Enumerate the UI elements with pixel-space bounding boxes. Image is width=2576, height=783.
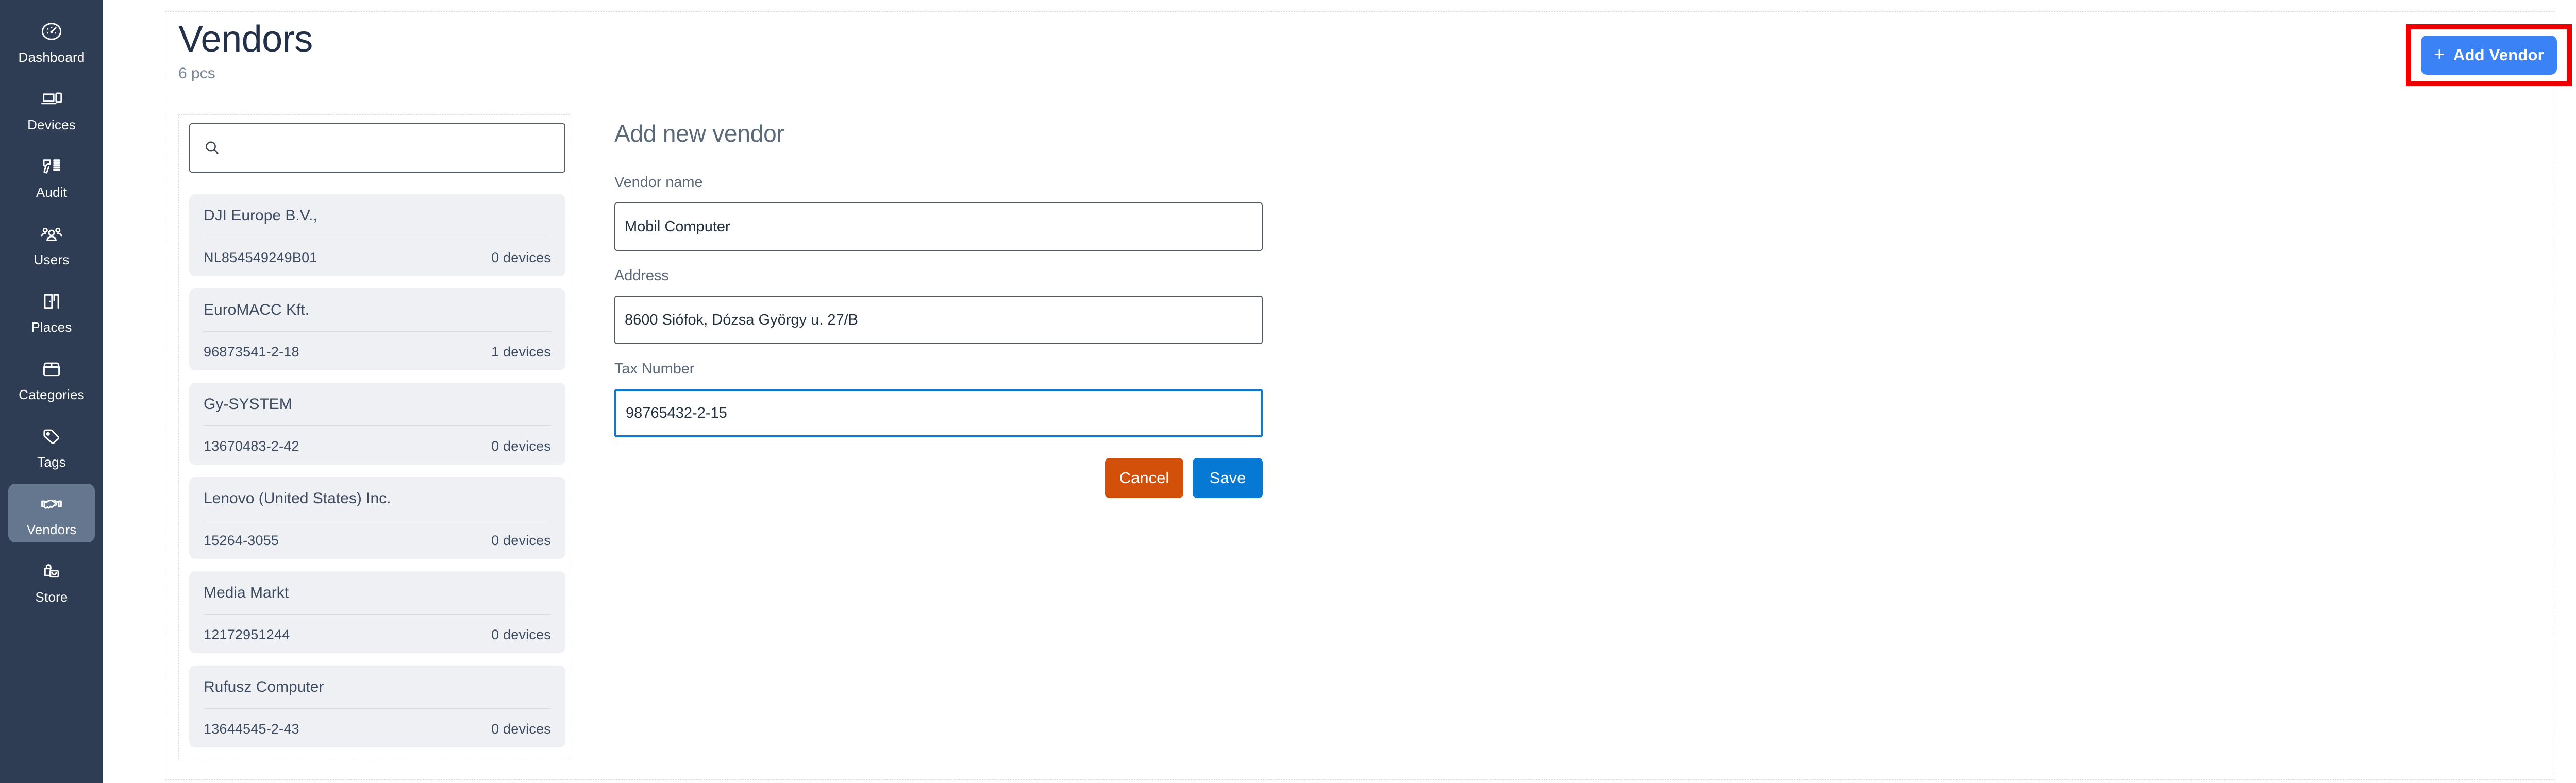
vendor-name: Lenovo (United States) Inc.	[204, 490, 391, 507]
sidebar-item-users[interactable]: Users	[8, 214, 95, 273]
vendor-card[interactable]: Rufusz Computer 13644545-2-43 0 devices	[189, 666, 565, 747]
vendor-card[interactable]: DJI Europe B.V., NL854549249B01 0 devices	[189, 194, 565, 276]
vendor-name-field-group: Vendor name	[614, 174, 2555, 251]
vendor-tax-number: NL854549249B01	[204, 250, 317, 265]
main-content: Vendors 6 pcs + Add Vendor DJI Europe B.…	[103, 0, 2576, 783]
vendor-card-meta: 15264-3055 0 devices	[204, 520, 551, 549]
address-input[interactable]	[614, 296, 1263, 344]
sidebar-item-label: Tags	[37, 454, 66, 470]
form-title: Add new vendor	[614, 120, 784, 147]
vendor-name: DJI Europe B.V.,	[204, 207, 317, 224]
save-button[interactable]: Save	[1193, 458, 1263, 498]
vendor-tax-number: 15264-3055	[204, 533, 279, 548]
audit-barcode-scanner-icon	[38, 153, 65, 180]
vendor-card-meta: 96873541-2-18 1 devices	[204, 332, 551, 360]
sidebar-item-label: Store	[35, 589, 68, 605]
vendor-name-label: Vendor name	[614, 174, 703, 191]
vendor-device-count: 1 devices	[491, 344, 551, 360]
add-vendor-highlight-box: + Add Vendor	[2406, 24, 2572, 86]
vendor-card[interactable]: Media Markt 12172951244 0 devices	[189, 571, 565, 653]
sidebar-item-vendors[interactable]: Vendors	[8, 484, 95, 542]
vendor-name: Gy-SYSTEM	[204, 396, 292, 413]
vendor-tax-number: 13670483-2-42	[204, 438, 299, 454]
add-vendor-button-label: Add Vendor	[2453, 46, 2544, 64]
sidebar-item-tags[interactable]: Tags	[8, 416, 95, 475]
vendor-list-panel: DJI Europe B.V., NL854549249B01 0 devices E…	[178, 114, 570, 759]
tax-number-field-group: Tax Number	[614, 361, 2555, 437]
categories-box-icon	[38, 355, 65, 382]
devices-laptop-phone-icon	[38, 86, 65, 112]
vendor-card-meta: 12172951244 0 devices	[204, 615, 551, 643]
address-field-group: Address	[614, 267, 2555, 344]
vendor-name: Rufusz Computer	[204, 678, 324, 695]
sidebar-item-label: Vendors	[26, 521, 77, 537]
sidebar-item-label: Categories	[19, 386, 85, 402]
sidebar-item-label: Places	[31, 319, 72, 335]
page-title: Vendors	[178, 19, 313, 60]
address-label: Address	[614, 267, 669, 284]
tags-tag-icon	[38, 423, 65, 450]
vendors-handshake-icon	[38, 490, 65, 517]
sidebar-item-devices[interactable]: Devices	[8, 79, 95, 138]
vendor-count-label: 6 pcs	[178, 65, 215, 82]
vendor-tax-number: 13644545-2-43	[204, 721, 299, 737]
vendor-card[interactable]: EuroMACC Kft. 96873541-2-18 1 devices	[189, 288, 565, 370]
vendor-card-meta: 13644545-2-43 0 devices	[204, 709, 551, 737]
vendor-card-meta: 13670483-2-42 0 devices	[204, 426, 551, 454]
vendor-card[interactable]: Gy-SYSTEM 13670483-2-42 0 devices	[189, 383, 565, 465]
tax-number-label: Tax Number	[614, 361, 695, 377]
sidebar-item-label: Dashboard	[18, 49, 85, 65]
vendor-tax-number: 12172951244	[204, 627, 290, 642]
vendor-name-input[interactable]	[614, 202, 1263, 251]
search-box[interactable]	[189, 123, 565, 173]
tax-number-input[interactable]	[614, 389, 1263, 437]
vendor-device-count: 0 devices	[491, 250, 551, 265]
vendor-device-count: 0 devices	[491, 533, 551, 548]
search-input[interactable]	[227, 140, 555, 156]
dashboard-gauge-icon	[38, 18, 65, 45]
sidebar-item-audit[interactable]: Audit	[8, 146, 95, 205]
sidebar-item-label: Users	[34, 251, 70, 267]
vendor-device-count: 0 devices	[491, 438, 551, 454]
vendor-device-count: 0 devices	[491, 627, 551, 642]
sidebar-item-label: Audit	[36, 184, 68, 200]
add-vendor-button[interactable]: + Add Vendor	[2421, 36, 2557, 75]
vendor-device-count: 0 devices	[491, 721, 551, 737]
sidebar-item-store[interactable]: Store	[8, 551, 95, 610]
vendor-card[interactable]: Lenovo (United States) Inc. 15264-3055 0 d…	[189, 477, 565, 559]
vendor-tax-number: 96873541-2-18	[204, 344, 299, 360]
app-root: Dashboard Devices Audit Users Places Cat…	[0, 0, 2576, 783]
sidebar: Dashboard Devices Audit Users Places Cat…	[0, 0, 103, 783]
sidebar-item-label: Devices	[27, 116, 76, 132]
form-actions: Cancel Save	[614, 458, 1263, 498]
plus-icon: +	[2434, 43, 2445, 65]
sidebar-item-categories[interactable]: Categories	[8, 349, 95, 407]
vendor-list: DJI Europe B.V., NL854549249B01 0 devices E…	[189, 194, 565, 747]
vendor-name: Media Markt	[204, 584, 289, 601]
users-group-icon	[38, 220, 65, 247]
vendor-card-meta: NL854549249B01 0 devices	[204, 237, 551, 266]
cancel-button[interactable]: Cancel	[1105, 458, 1183, 498]
page-header: Vendors 6 pcs	[178, 20, 313, 82]
sidebar-item-places[interactable]: Places	[8, 281, 95, 340]
search-icon	[202, 138, 222, 158]
content-area: DJI Europe B.V., NL854549249B01 0 devices E…	[178, 114, 2555, 776]
sidebar-item-dashboard[interactable]: Dashboard	[8, 11, 95, 70]
add-vendor-form: Add new vendor Vendor name Address Tax N…	[570, 114, 2555, 498]
vendor-name: EuroMACC Kft.	[204, 301, 310, 318]
places-door-icon	[38, 288, 65, 315]
store-bag-icon	[38, 558, 65, 585]
